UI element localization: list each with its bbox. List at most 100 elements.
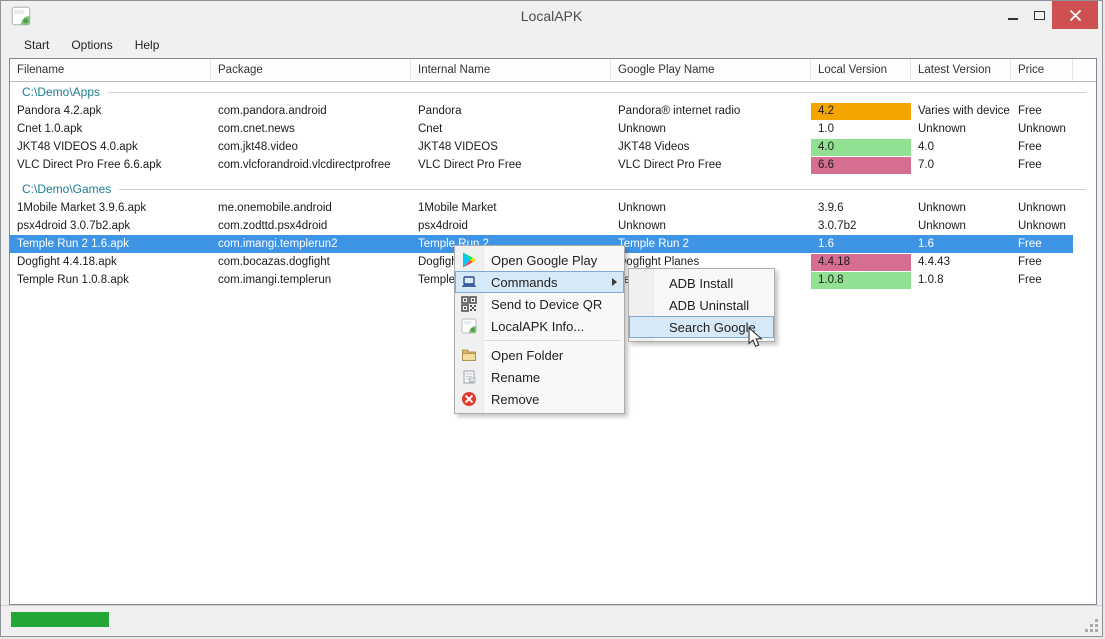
rename-icon (461, 369, 477, 385)
cell-filename: Temple Run 1.0.8.apk (10, 271, 211, 289)
cell-filename: Temple Run 2 1.6.apk (10, 235, 211, 253)
cell-filename: 1Mobile Market 3.9.6.apk (10, 199, 211, 217)
minimize-button[interactable] (1000, 1, 1026, 29)
local-version-value: 4.2 (811, 103, 911, 120)
cell-local-version: 1.0 (811, 120, 911, 138)
menubar-item-options[interactable]: Options (60, 33, 123, 57)
mouse-cursor (748, 327, 764, 350)
google-play-icon (461, 252, 477, 268)
cell-package: com.imangi.templerun (211, 271, 411, 289)
window-title: LocalAPK (1, 1, 1102, 31)
table-row[interactable]: JKT48 VIDEOS 4.0.apkcom.jkt48.videoJKT48… (10, 138, 1073, 156)
cell-price: Free (1011, 102, 1073, 120)
column-header-package[interactable]: Package (211, 59, 411, 81)
close-button[interactable] (1052, 1, 1098, 29)
cell-latest-version: Unknown (911, 217, 1011, 235)
cell-price: Unknown (1011, 217, 1073, 235)
cell-filename: Pandora 4.2.apk (10, 102, 211, 120)
folder-icon (461, 347, 477, 363)
cell-google-play-name: Unknown (611, 199, 811, 217)
column-header-google-play-name[interactable]: Google Play Name (611, 59, 811, 81)
cell-package: com.imangi.templerun2 (211, 235, 411, 253)
cell-price: Free (1011, 138, 1073, 156)
local-version-value: 6.6 (811, 157, 911, 174)
maximize-icon (1034, 11, 1045, 20)
cell-google-play-name: Unknown (611, 120, 811, 138)
cell-latest-version: Unknown (911, 199, 1011, 217)
table-row[interactable]: Cnet 1.0.apkcom.cnet.newsCnetUnknown1.0U… (10, 120, 1073, 138)
context-menu-item-send-to-device-qr[interactable]: Send to Device QR (455, 293, 624, 315)
context-menu-item-localapk-info[interactable]: LocalAPK Info... (455, 315, 624, 337)
group-row: C:\Demo\Games (10, 179, 1096, 199)
context-menu-item-rename[interactable]: Rename (455, 366, 624, 388)
context-menu-item-remove[interactable]: Remove (455, 388, 624, 410)
cell-internal-name: JKT48 VIDEOS (411, 138, 611, 156)
column-header-latest-version[interactable]: Latest Version (911, 59, 1011, 81)
cell-internal-name: 1Mobile Market (411, 199, 611, 217)
cell-local-version: 4.4.18 (811, 253, 911, 271)
cell-price: Free (1011, 271, 1073, 289)
menu-item-label: LocalAPK Info... (491, 319, 584, 334)
resize-grip[interactable] (1085, 619, 1099, 633)
cell-local-version: 3.0.7b2 (811, 217, 911, 235)
menu-item-label: Open Folder (491, 348, 563, 363)
group-underline (108, 92, 1086, 93)
cell-latest-version: 4.0 (911, 138, 1011, 156)
table-row[interactable]: VLC Direct Pro Free 6.6.apkcom.vlcforand… (10, 156, 1073, 174)
local-version-value: 3.9.6 (811, 200, 911, 217)
maximize-button[interactable] (1026, 1, 1052, 29)
column-header-filler (1073, 59, 1096, 81)
group-label: C:\Demo\Games (10, 182, 111, 196)
local-version-value: 1.6 (811, 236, 911, 253)
cell-filename: Dogfight 4.4.18.apk (10, 253, 211, 271)
local-version-value: 3.0.7b2 (811, 218, 911, 235)
title-bar: LocalAPK (1, 1, 1102, 31)
submenu-item-adb-uninstall[interactable]: ADB Uninstall (629, 294, 774, 316)
column-header-price[interactable]: Price (1011, 59, 1073, 81)
menubar-item-help[interactable]: Help (124, 33, 171, 57)
cell-latest-version: Unknown (911, 120, 1011, 138)
table-header: FilenamePackageInternal NameGoogle Play … (10, 59, 1096, 82)
column-header-local-version[interactable]: Local Version (811, 59, 911, 81)
cell-latest-version: 7.0 (911, 156, 1011, 174)
cell-package: com.zodttd.psx4droid (211, 217, 411, 235)
cell-package: com.vlcforandroid.vlcdirectprofree (211, 156, 411, 174)
submenu-item-adb-install[interactable]: ADB Install (629, 272, 774, 294)
table-row[interactable]: psx4droid 3.0.7b2.apkcom.zodttd.psx4droi… (10, 217, 1073, 235)
context-menu: Open Google Play CommandsSend to Device Q… (454, 245, 625, 414)
menu-item-label: Open Google Play (491, 253, 597, 268)
local-version-value: 1.0.8 (811, 272, 911, 289)
cell-local-version: 3.9.6 (811, 199, 911, 217)
menu-item-label: Rename (491, 370, 540, 385)
table-row[interactable]: Pandora 4.2.apkcom.pandora.android Pandor… (10, 102, 1073, 120)
qr-code-icon (461, 296, 477, 312)
cell-internal-name: psx4droid (411, 217, 611, 235)
cell-latest-version: 4.4.43 (911, 253, 1011, 271)
menu-item-label: ADB Uninstall (669, 298, 749, 313)
cell-filename: psx4droid 3.0.7b2.apk (10, 217, 211, 235)
cell-google-play-name: Pandora® internet radio (611, 102, 811, 120)
column-header-internal-name[interactable]: Internal Name (411, 59, 611, 81)
local-version-value: 4.4.18 (811, 254, 911, 271)
menubar-item-start[interactable]: Start (13, 33, 60, 57)
cell-latest-version: 1.6 (911, 235, 1011, 253)
window: LocalAPK StartOptionsHelp FilenamePackag… (0, 0, 1103, 637)
cell-filename: JKT48 VIDEOS 4.0.apk (10, 138, 211, 156)
cell-package: me.onemobile.android (211, 199, 411, 217)
table-row[interactable]: 1Mobile Market 3.9.6.apkme.onemobile.and… (10, 199, 1073, 217)
cell-package: com.pandora.android (211, 102, 411, 120)
group-underline (119, 189, 1086, 190)
cell-package: com.jkt48.video (211, 138, 411, 156)
context-menu-item-open-folder[interactable]: Open Folder (455, 344, 624, 366)
menu-bar: StartOptionsHelp (1, 31, 1102, 58)
cell-local-version: 6.6 (811, 156, 911, 174)
context-menu-item-commands[interactable]: Commands (455, 271, 624, 293)
cell-google-play-name: JKT48 Videos (611, 138, 811, 156)
cell-internal-name: Cnet (411, 120, 611, 138)
commands-icon (461, 274, 477, 290)
column-header-filename[interactable]: Filename (10, 59, 211, 81)
cell-package: com.bocazas.dogfight (211, 253, 411, 271)
context-menu-item-open-google-play[interactable]: Open Google Play (455, 249, 624, 271)
cell-local-version: 1.0.8 (811, 271, 911, 289)
cell-price: Unknown (1011, 120, 1073, 138)
